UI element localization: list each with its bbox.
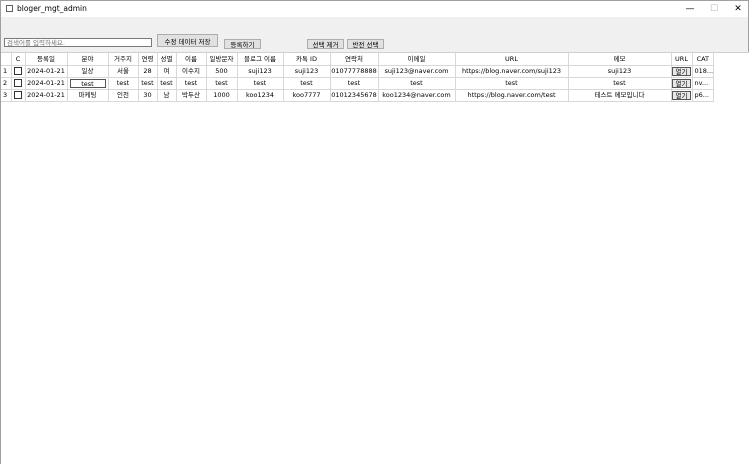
column-header[interactable]: 일방문자 xyxy=(206,53,238,66)
cell-gender[interactable]: test xyxy=(157,77,177,90)
search-input[interactable] xyxy=(4,38,152,47)
cell-email[interactable]: suji123@naver.com xyxy=(378,65,456,78)
column-header[interactable]: CAT xyxy=(692,53,715,66)
cell-memo[interactable]: test xyxy=(568,77,672,90)
column-header[interactable]: C xyxy=(11,53,26,66)
cell-cat[interactable]: p6... xyxy=(692,89,715,102)
cell-gender[interactable]: 여 xyxy=(157,65,177,78)
close-button[interactable]: ✕ xyxy=(726,1,750,17)
column-header[interactable]: 분야 xyxy=(67,53,109,66)
cell-blog-name[interactable]: koo1234 xyxy=(237,89,284,102)
row-number: 1 xyxy=(1,65,12,78)
cell-blog-name[interactable]: suji123 xyxy=(237,65,284,78)
column-header[interactable] xyxy=(1,53,12,66)
app-window: bloger_mgt_admin — ☐ ✕ 수정 데이터 저장 등록하기 선택… xyxy=(0,0,749,465)
cell-cat[interactable]: nv... xyxy=(692,77,715,90)
column-header[interactable]: 성별 xyxy=(157,53,177,66)
column-header[interactable]: 메모 xyxy=(568,53,672,66)
title-bar: bloger_mgt_admin — ☐ ✕ xyxy=(1,1,748,17)
column-header[interactable]: 연락처 xyxy=(330,53,379,66)
toolbar: 수정 데이터 저장 등록하기 선택 제거 반전 선택 xyxy=(1,17,748,51)
cell-field[interactable]: test xyxy=(67,77,109,90)
column-header[interactable]: 거주지 xyxy=(108,53,139,66)
column-header[interactable]: 카톡 ID xyxy=(283,53,331,66)
cell-open: 열기 xyxy=(671,65,693,78)
cell-visitors[interactable]: test xyxy=(206,77,238,90)
cell-name[interactable]: 이수지 xyxy=(176,65,207,78)
checkbox[interactable] xyxy=(14,67,22,75)
column-header[interactable]: 등록일 xyxy=(25,53,68,66)
cell-blog-name[interactable]: test xyxy=(237,77,284,90)
cell-region[interactable]: 서울 xyxy=(108,65,139,78)
minimize-button[interactable]: — xyxy=(678,1,702,17)
column-header[interactable]: URL xyxy=(671,53,693,66)
blogger-table: C 등록일 분야 거주지 연령 성별 이름 일방문자 블로그 이름 카톡 ID … xyxy=(1,53,715,102)
cell-kakao-id[interactable]: koo7777 xyxy=(283,89,331,102)
cell-age[interactable]: 28 xyxy=(138,65,158,78)
cell-url[interactable]: https://blog.naver.com/suji123 xyxy=(455,65,569,78)
cell-field[interactable]: 마케팅 xyxy=(67,89,109,102)
cell-region[interactable]: test xyxy=(108,77,139,90)
remove-selected-button[interactable]: 선택 제거 xyxy=(307,39,344,49)
cell-gender[interactable]: 남 xyxy=(157,89,177,102)
cell-field[interactable]: 일상 xyxy=(67,65,109,78)
cell-memo[interactable]: suji123 xyxy=(568,65,672,78)
cell-name[interactable]: 박두산 xyxy=(176,89,207,102)
column-header[interactable]: URL xyxy=(455,53,569,66)
checkbox[interactable] xyxy=(14,91,22,99)
table-row[interactable]: 2 2024-01-21 test test test test test te… xyxy=(1,77,715,90)
cell-name[interactable]: test xyxy=(176,77,207,90)
cell-url[interactable]: test xyxy=(455,77,569,90)
open-url-button[interactable]: 열기 xyxy=(672,90,691,100)
cell-cat[interactable]: 018... xyxy=(692,65,715,78)
column-header[interactable]: 이메일 xyxy=(378,53,456,66)
blogger-table-container[interactable]: C 등록일 분야 거주지 연령 성별 이름 일방문자 블로그 이름 카톡 ID … xyxy=(1,52,749,465)
invert-selection-button[interactable]: 반전 선택 xyxy=(347,39,384,49)
cell-kakao-id[interactable]: suji123 xyxy=(283,65,331,78)
cell-region[interactable]: 인천 xyxy=(108,89,139,102)
save-changes-button[interactable]: 수정 데이터 저장 xyxy=(157,34,218,47)
row-checkbox[interactable] xyxy=(11,89,26,102)
cell-editor[interactable]: test xyxy=(69,78,106,88)
cell-age[interactable]: 30 xyxy=(138,89,158,102)
cell-visitors[interactable]: 500 xyxy=(206,65,238,78)
table-row[interactable]: 1 2024-01-21 일상 서울 28 여 이수지 500 suji123 … xyxy=(1,65,715,78)
column-header[interactable]: 블로그 이름 xyxy=(237,53,284,66)
cell-date[interactable]: 2024-01-21 xyxy=(25,89,68,102)
table-row[interactable]: 3 2024-01-21 마케팅 인천 30 남 박두산 1000 koo123… xyxy=(1,89,715,102)
window-title: bloger_mgt_admin xyxy=(17,4,87,13)
cell-phone[interactable]: 01077778888 xyxy=(330,65,379,78)
app-icon xyxy=(6,5,13,12)
column-header[interactable]: 이름 xyxy=(176,53,207,66)
cell-open: 열기 xyxy=(671,89,693,102)
cell-date[interactable]: 2024-01-21 xyxy=(25,77,68,90)
row-checkbox[interactable] xyxy=(11,65,26,78)
cell-kakao-id[interactable]: test xyxy=(283,77,331,90)
cell-email[interactable]: koo1234@naver.com xyxy=(378,89,456,102)
checkbox[interactable] xyxy=(14,79,22,87)
cell-email[interactable]: test xyxy=(378,77,456,90)
cell-phone[interactable]: test xyxy=(330,77,379,90)
cell-age[interactable]: test xyxy=(138,77,158,90)
column-header[interactable]: 연령 xyxy=(138,53,158,66)
cell-visitors[interactable]: 1000 xyxy=(206,89,238,102)
open-url-button[interactable]: 열기 xyxy=(672,66,691,76)
table-header-row: C 등록일 분야 거주지 연령 성별 이름 일방문자 블로그 이름 카톡 ID … xyxy=(1,53,715,66)
cell-url[interactable]: https://blog.naver.com/test xyxy=(455,89,569,102)
maximize-button[interactable]: ☐ xyxy=(702,1,726,17)
cell-phone[interactable]: 01012345678 xyxy=(330,89,379,102)
cell-date[interactable]: 2024-01-21 xyxy=(25,65,68,78)
cell-open: 열기 xyxy=(671,77,693,90)
row-number: 2 xyxy=(1,77,12,90)
register-button[interactable]: 등록하기 xyxy=(224,39,261,49)
cell-memo[interactable]: 테스트 메모입니다 xyxy=(568,89,672,102)
open-url-button[interactable]: 열기 xyxy=(672,78,691,88)
row-checkbox[interactable] xyxy=(11,77,26,90)
row-number: 3 xyxy=(1,89,12,102)
